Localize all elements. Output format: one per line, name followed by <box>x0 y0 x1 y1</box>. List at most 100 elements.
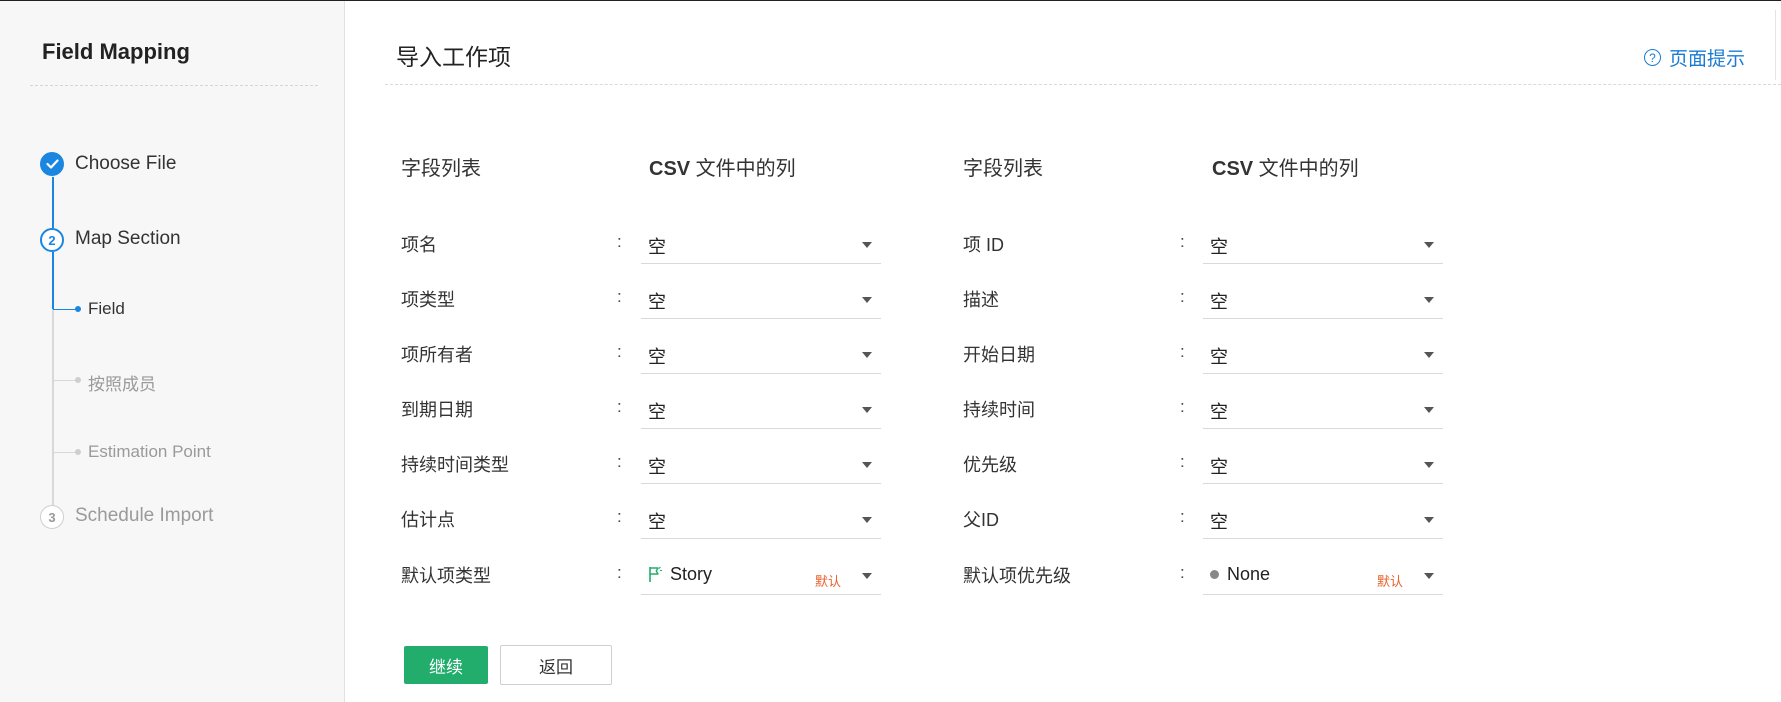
default-priority-select[interactable]: None 默认 <box>1203 557 1443 595</box>
substep-by-member[interactable]: 按照成员 <box>88 370 156 395</box>
field-label: 持续时间类型 <box>401 455 509 475</box>
colon-separator: : <box>1180 397 1185 416</box>
field-list-heading: 字段列表 <box>963 158 1043 180</box>
select-value: 空 <box>1210 292 1228 312</box>
csv-column-heading: CSV 文件中的列 <box>649 152 796 181</box>
step-connector <box>52 177 54 228</box>
csv-column-select[interactable]: 空 <box>1203 336 1443 374</box>
step-done-circle <box>40 152 64 176</box>
sidebar-title: Field Mapping <box>42 39 190 64</box>
csv-column-select[interactable]: 空 <box>1203 391 1443 429</box>
colon-separator: : <box>617 397 622 416</box>
field-label: 项名 <box>401 235 437 255</box>
caret-down-icon <box>1424 517 1434 523</box>
field-label: 描述 <box>963 290 999 310</box>
colon-separator: : <box>1180 452 1185 471</box>
dot-icon <box>1210 570 1219 579</box>
caret-down-icon <box>1424 462 1434 468</box>
colon-separator: : <box>1180 342 1185 361</box>
field-label: 到期日期 <box>401 400 473 420</box>
colon-separator: : <box>617 452 622 471</box>
colon-separator: : <box>1180 507 1185 526</box>
select-value: 空 <box>1210 347 1228 367</box>
select-value: 空 <box>1210 237 1228 257</box>
colon-separator: : <box>1180 563 1185 582</box>
caret-down-icon <box>862 462 872 468</box>
flag-icon <box>648 566 664 583</box>
caret-down-icon <box>1424 242 1434 248</box>
field-label: 父ID <box>963 510 999 530</box>
field-label: 项 ID <box>963 235 1005 255</box>
csv-column-heading: CSV 文件中的列 <box>1212 152 1359 181</box>
default-item-type-select[interactable]: Story 默认 <box>641 557 881 595</box>
step-schedule-import[interactable]: Schedule Import <box>75 505 213 527</box>
question-circle-icon: ? <box>1644 49 1661 66</box>
field-label: 默认项优先级 <box>963 566 1071 586</box>
field-label: 项类型 <box>401 290 455 310</box>
select-value: Story <box>648 564 712 585</box>
caret-down-icon <box>1424 407 1434 413</box>
csv-column-select[interactable]: 空 <box>641 501 881 539</box>
check-icon <box>45 157 59 172</box>
caret-down-icon <box>862 352 872 358</box>
back-button[interactable]: 返回 <box>500 645 612 685</box>
field-list-heading: 字段列表 <box>401 158 481 180</box>
page-tips-label: 页面提示 <box>1669 49 1746 70</box>
default-priority-value: None <box>1227 564 1271 584</box>
select-value: 空 <box>648 347 666 367</box>
csv-column-select[interactable]: 空 <box>1203 501 1443 539</box>
step-map-section[interactable]: Map Section <box>75 228 181 250</box>
header-divider <box>385 84 1781 85</box>
csv-column-select[interactable]: 空 <box>1203 226 1443 264</box>
step-number-badge: 2 <box>40 228 64 252</box>
csv-column-select[interactable]: 空 <box>1203 446 1443 484</box>
csv-column-select[interactable]: 空 <box>641 226 881 264</box>
substep-dot <box>75 306 81 312</box>
substep-field[interactable]: Field <box>88 299 125 319</box>
colon-separator: : <box>617 287 622 306</box>
caret-down-icon <box>862 242 872 248</box>
scrollbar-edge <box>1775 10 1776 80</box>
substep-estimation-point[interactable]: Estimation Point <box>88 442 211 462</box>
caret-down-icon <box>862 297 872 303</box>
caret-down-icon <box>1424 573 1434 579</box>
select-value: 空 <box>1210 457 1228 477</box>
colon-separator: : <box>617 563 622 582</box>
field-label: 开始日期 <box>963 345 1035 365</box>
csv-column-select[interactable]: 空 <box>641 391 881 429</box>
step-connector <box>52 309 54 506</box>
csv-prefix: CSV <box>1212 158 1254 180</box>
select-value: 空 <box>648 292 666 312</box>
step-number-badge: 3 <box>40 505 64 529</box>
field-label: 项所有者 <box>401 345 473 365</box>
csv-column-select[interactable]: 空 <box>641 281 881 319</box>
continue-button[interactable]: 继续 <box>404 646 488 684</box>
substep-connector <box>53 452 76 453</box>
caret-down-icon <box>1424 352 1434 358</box>
colon-separator: : <box>617 507 622 526</box>
field-label: 默认项类型 <box>401 566 491 586</box>
step-choose-file[interactable]: Choose File <box>75 153 176 175</box>
csv-column-select[interactable]: 空 <box>641 446 881 484</box>
caret-down-icon <box>862 573 872 579</box>
sidebar: Field Mapping Choose File 2 Map Section … <box>0 1 345 702</box>
page-tips-link[interactable]: ? 页面提示 <box>1644 44 1745 71</box>
colon-separator: : <box>1180 287 1185 306</box>
csv-column-select[interactable]: 空 <box>1203 281 1443 319</box>
csv-column-select[interactable]: 空 <box>641 336 881 374</box>
default-item-type-value: Story <box>670 564 713 584</box>
colon-separator: : <box>1180 232 1185 251</box>
csv-suffix: 文件中的列 <box>690 158 796 180</box>
field-label: 估计点 <box>401 510 455 530</box>
field-label: 持续时间 <box>963 400 1035 420</box>
select-value: None <box>1210 564 1270 585</box>
page-title: 导入工作项 <box>396 44 511 70</box>
colon-separator: : <box>617 232 622 251</box>
colon-separator: : <box>617 342 622 361</box>
select-value: 空 <box>1210 402 1228 422</box>
select-value: 空 <box>648 512 666 532</box>
select-value: 空 <box>1210 512 1228 532</box>
csv-suffix: 文件中的列 <box>1253 158 1359 180</box>
csv-prefix: CSV <box>649 158 691 180</box>
caret-down-icon <box>862 407 872 413</box>
